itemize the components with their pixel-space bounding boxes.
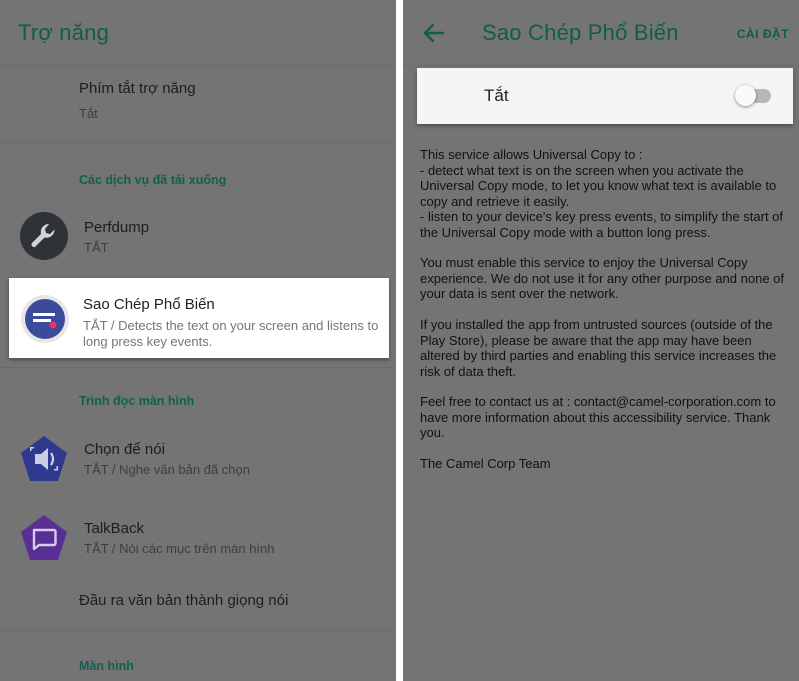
perfdump-status: TẮT <box>84 240 109 255</box>
downloaded-services-header: Các dịch vụ đã tải xuống <box>79 173 227 187</box>
universal-copy-item[interactable]: Sao Chép Phổ Biến TẮT / Detects the text… <box>9 278 389 358</box>
divider <box>0 367 396 368</box>
speaker-icon <box>19 434 69 484</box>
description-intro: This service allows Universal Copy to : <box>420 147 643 162</box>
toggle-switch-thumb[interactable] <box>735 85 756 106</box>
wrench-icon <box>19 211 69 261</box>
divider <box>0 142 396 143</box>
speech-bubble-icon <box>19 513 69 563</box>
description-signature: The Camel Corp Team <box>420 456 551 471</box>
page-title: Trợ năng <box>18 20 110 45</box>
display-header: Màn hình <box>79 659 134 673</box>
description-enable-notice: You must enable this service to enjoy th… <box>420 255 784 301</box>
service-detail-panel: Sao Chép Phổ Biến CÀI ĐẶT Tắt This servi… <box>403 0 799 681</box>
universal-copy-status: TẮT / Detects the text on your screen an… <box>83 318 379 349</box>
screen-reader-header: Trình đọc màn hình <box>79 394 195 408</box>
toggle-label: Tắt <box>484 86 509 105</box>
talkback-title: TalkBack <box>84 520 145 537</box>
select-to-speak-status: TẮT / Nghe văn bản đã chọn <box>84 462 250 477</box>
arrow-left-icon[interactable] <box>423 22 445 44</box>
accessibility-shortcut-title: Phím tắt trợ năng <box>79 80 196 97</box>
left-app-bar: Trợ năng <box>0 0 396 66</box>
service-toggle-row[interactable]: Tắt <box>417 68 793 124</box>
perfdump-title: Perfdump <box>84 219 150 236</box>
right-app-bar: Sao Chép Phổ Biến CÀI ĐẶT <box>403 0 799 66</box>
universal-copy-title: Sao Chép Phổ Biến <box>83 296 215 313</box>
accessibility-list-panel: Trợ năng Phím tắt trợ năng Tắt Các dịch … <box>0 0 396 681</box>
divider <box>0 630 396 631</box>
select-to-speak-title: Chọn để nói <box>84 441 165 458</box>
talkback-status: TẮT / Nói các mục trên màn hình <box>84 541 275 556</box>
description-listen: - listen to your device's key press even… <box>420 209 784 240</box>
copy-text-icon <box>20 294 70 344</box>
accessibility-shortcut-status: Tắt <box>79 106 98 121</box>
settings-button[interactable]: CÀI ĐẶT <box>737 27 789 41</box>
description-contact: Feel free to contact us at : contact@cam… <box>420 394 776 440</box>
service-title: Sao Chép Phổ Biến <box>482 20 679 45</box>
tts-output-title: Đầu ra văn bản thành giọng nói <box>79 592 289 609</box>
description-untrusted-warning: If you installed the app from untrusted … <box>420 317 777 379</box>
description-detect: - detect what text is on the screen when… <box>420 162 777 209</box>
